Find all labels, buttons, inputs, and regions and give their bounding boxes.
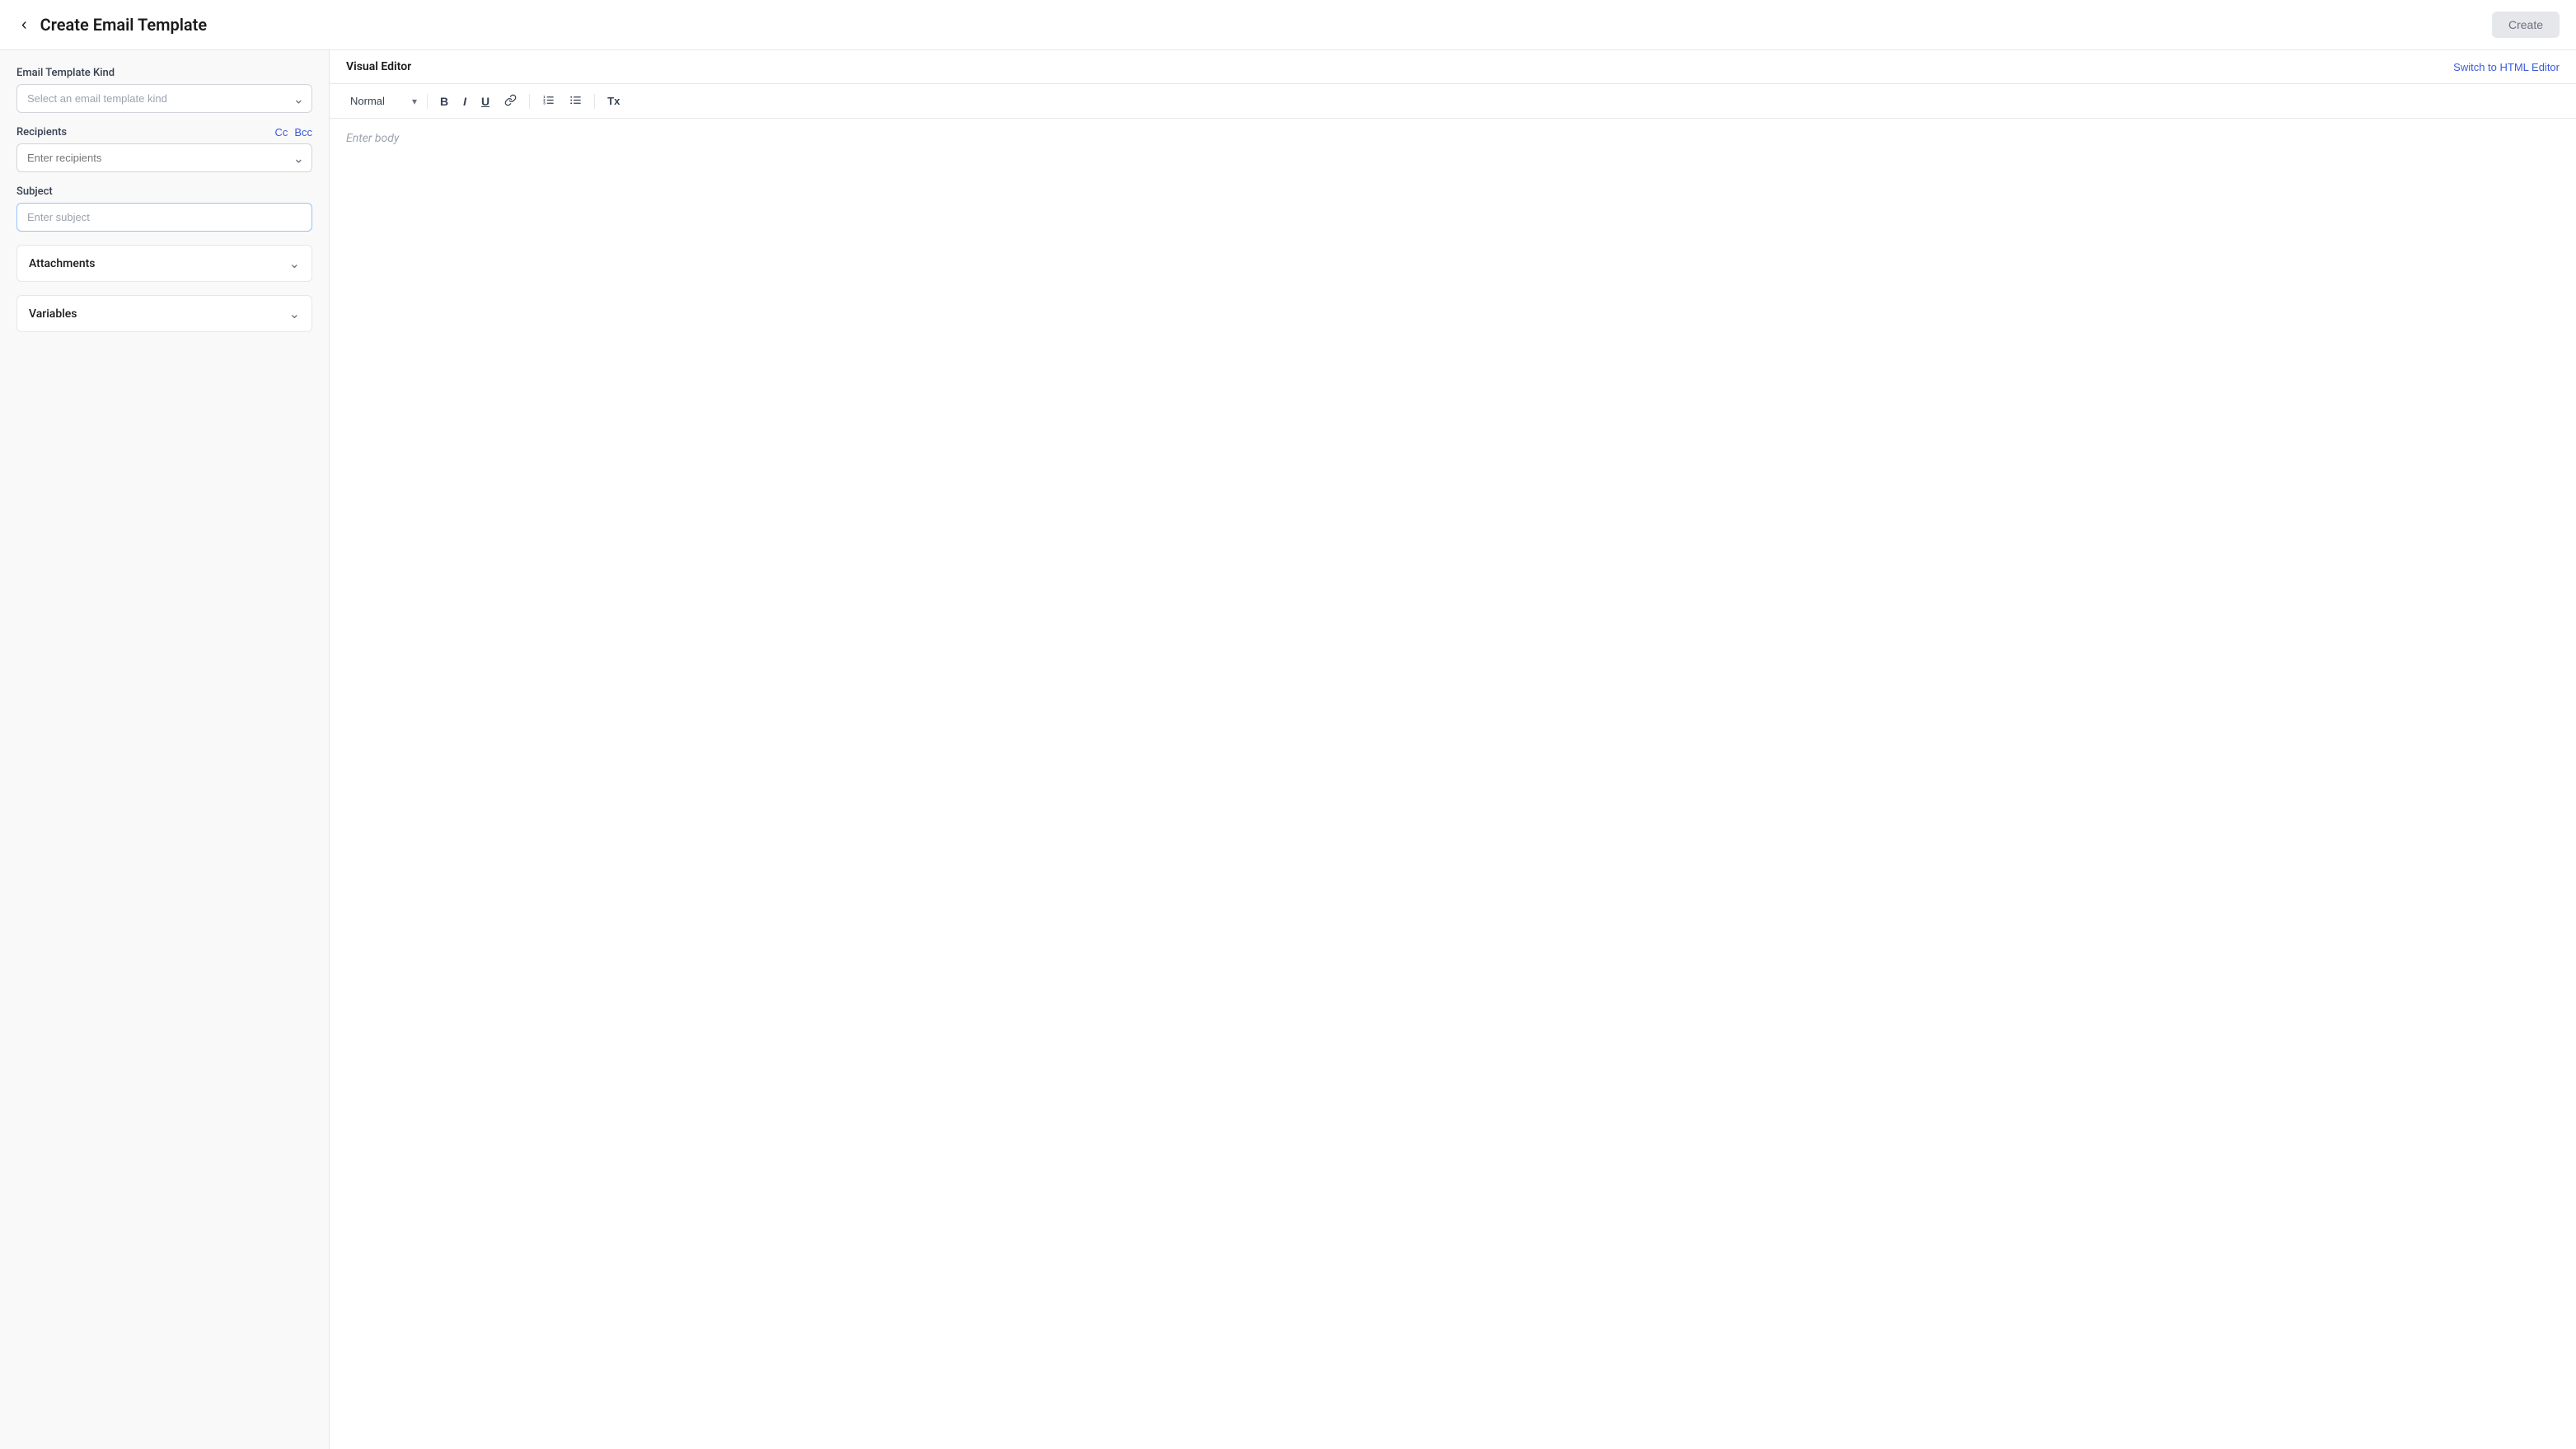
- subject-input[interactable]: [16, 203, 312, 232]
- format-select-wrapper: Normal Heading 1 Heading 2 Heading 3 ▾: [343, 91, 420, 111]
- recipients-group: Recipients Cc Bcc ⌄: [16, 126, 312, 172]
- cc-bcc-links: Cc Bcc: [274, 126, 312, 138]
- clear-formatting-button[interactable]: Tx: [602, 92, 625, 110]
- toolbar-separator-2: [529, 94, 530, 109]
- attachments-title: Attachments: [29, 257, 95, 270]
- recipients-label-row: Recipients Cc Bcc: [16, 126, 312, 138]
- attachments-section: Attachments ⌄: [16, 245, 312, 282]
- page-header: ‹ Create Email Template Create: [0, 0, 2576, 50]
- ordered-list-icon: 1 2 3: [542, 94, 555, 106]
- header-left: ‹ Create Email Template: [16, 14, 207, 36]
- svg-text:3: 3: [543, 101, 546, 106]
- unordered-list-button[interactable]: [564, 91, 588, 111]
- main-layout: Email Template Kind Select an email temp…: [0, 50, 2576, 1449]
- italic-button[interactable]: I: [457, 92, 472, 110]
- bcc-button[interactable]: Bcc: [294, 126, 312, 138]
- variables-section: Variables ⌄: [16, 295, 312, 332]
- recipients-label: Recipients: [16, 126, 67, 138]
- subject-group: Subject: [16, 185, 312, 232]
- editor-body-placeholder: Enter body: [346, 132, 399, 145]
- unordered-list-icon: [569, 94, 582, 106]
- page-title: Create Email Template: [40, 15, 208, 35]
- editor-body[interactable]: Enter body: [330, 119, 2576, 1449]
- attachments-header[interactable]: Attachments ⌄: [17, 246, 311, 281]
- subject-label: Subject: [16, 185, 312, 198]
- variables-title: Variables: [29, 307, 77, 321]
- toolbar-separator-1: [427, 94, 428, 109]
- left-panel: Email Template Kind Select an email temp…: [0, 50, 330, 1449]
- editor-title: Visual Editor: [346, 60, 411, 73]
- ordered-list-button[interactable]: 1 2 3: [536, 91, 560, 111]
- format-select[interactable]: Normal Heading 1 Heading 2 Heading 3: [343, 91, 420, 111]
- recipients-input[interactable]: [16, 143, 312, 172]
- cc-button[interactable]: Cc: [274, 126, 288, 138]
- email-template-kind-select[interactable]: Select an email template kind: [16, 84, 312, 113]
- right-panel: Visual Editor Switch to HTML Editor Norm…: [330, 50, 2576, 1449]
- email-template-kind-select-wrapper: Select an email template kind ⌄: [16, 84, 312, 113]
- link-button[interactable]: [499, 91, 522, 111]
- back-button[interactable]: ‹: [16, 14, 32, 36]
- email-template-kind-label: Email Template Kind: [16, 67, 312, 79]
- recipients-select-wrapper: ⌄: [16, 143, 312, 172]
- create-button[interactable]: Create: [2492, 12, 2560, 38]
- editor-header: Visual Editor Switch to HTML Editor: [330, 50, 2576, 84]
- link-icon: [504, 94, 517, 106]
- attachments-chevron-icon: ⌄: [289, 256, 300, 271]
- bold-button[interactable]: B: [434, 92, 454, 110]
- underline-button[interactable]: U: [475, 92, 495, 110]
- switch-to-html-button[interactable]: Switch to HTML Editor: [2453, 61, 2560, 73]
- variables-chevron-icon: ⌄: [289, 306, 300, 321]
- variables-header[interactable]: Variables ⌄: [17, 296, 311, 331]
- toolbar-separator-3: [594, 94, 595, 109]
- email-template-kind-group: Email Template Kind Select an email temp…: [16, 67, 312, 113]
- editor-toolbar: Normal Heading 1 Heading 2 Heading 3 ▾ B…: [330, 84, 2576, 119]
